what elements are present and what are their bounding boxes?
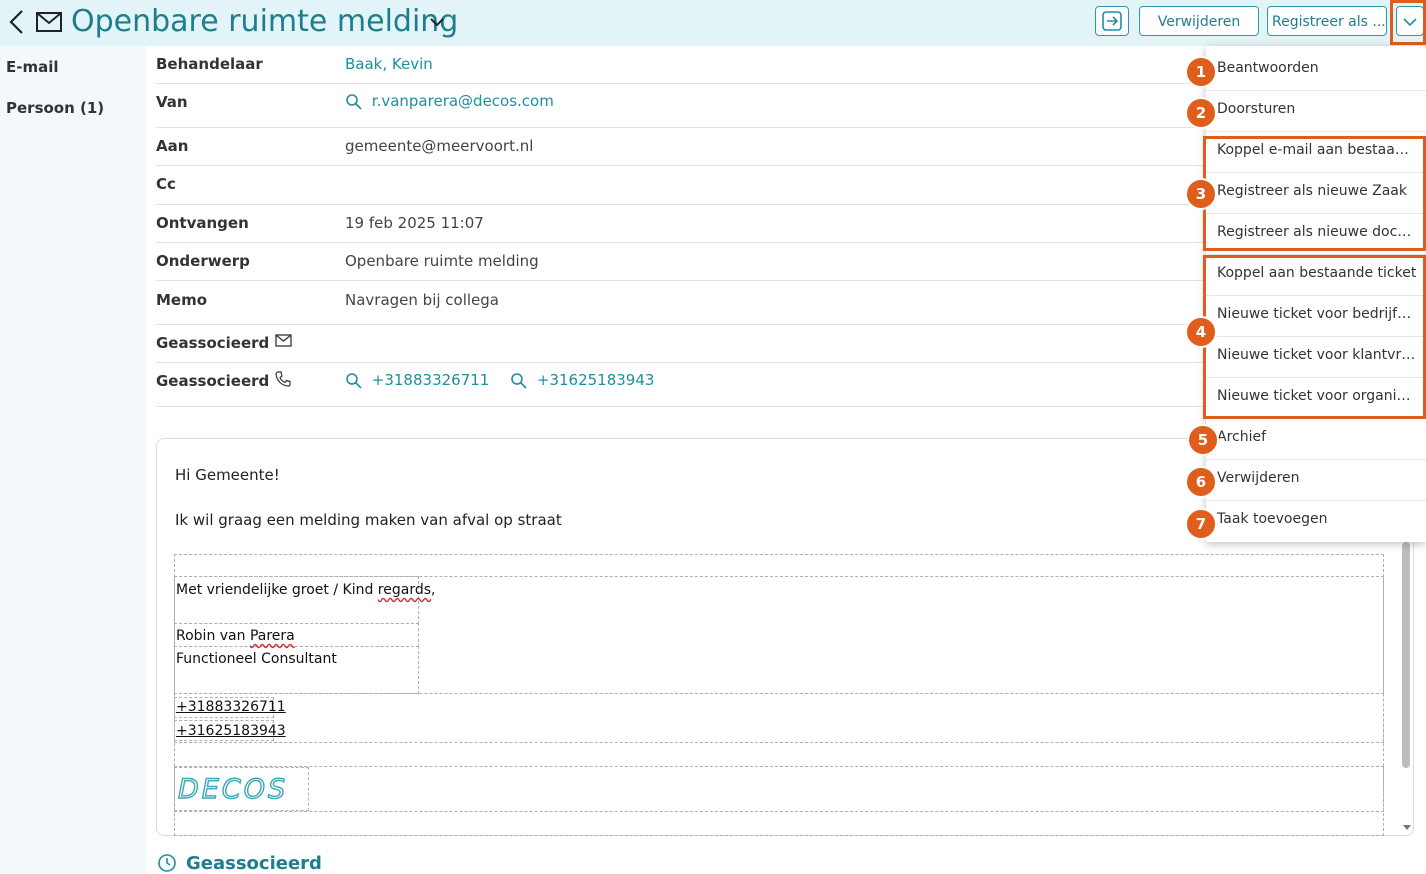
field-row-behandelaar: Behandelaar Baak, Kevin (156, 46, 1208, 84)
section-title-geassocieerd[interactable]: Geassocieerd (186, 853, 322, 874)
menu-item-registreer-zaak[interactable]: Registreer als nieuwe Zaak (1206, 173, 1426, 214)
signature-role: Functioneel Consultant (176, 651, 337, 667)
phone-link[interactable]: +31883326711 (372, 371, 490, 389)
field-row-van: Van r.vanparera@decos.com (156, 84, 1208, 128)
register-as-button[interactable]: Registreer als ... (1267, 6, 1387, 36)
field-row-onderwerp: Onderwerp Openbare ruimte melding (156, 243, 1208, 281)
more-actions-button[interactable] (1396, 6, 1424, 36)
signature-name: Robin van Parera (176, 628, 295, 644)
step-badge-2: 2 (1185, 97, 1217, 129)
menu-item-koppel-email[interactable]: Koppel e-mail aan bestaand... (1206, 132, 1426, 173)
signature-row (174, 693, 1384, 743)
svg-text:DECOS: DECOS (178, 775, 288, 803)
menu-item-ticket-bedrijf[interactable]: Nieuwe ticket voor bedrijfsc... (1206, 296, 1426, 337)
field-label: Aan (156, 137, 189, 155)
open-external-icon (1102, 11, 1122, 31)
back-arrow-icon[interactable] (6, 8, 28, 36)
menu-item-doorsturen[interactable]: Doorsturen (1206, 91, 1426, 132)
menu-item-ticket-klantvraag[interactable]: Nieuwe ticket voor klantvraag (1206, 337, 1426, 378)
menu-item-archief[interactable]: Archief (1206, 419, 1426, 460)
open-external-button[interactable] (1095, 6, 1129, 36)
sidebar-item-email[interactable]: E-mail (6, 58, 59, 76)
phones-value: +31883326711 +31625183943 (345, 371, 654, 390)
step-badge-6: 6 (1185, 466, 1217, 498)
header-bar: Openbare ruimte melding Verwijderen Regi… (0, 0, 1426, 46)
field-label: Onderwerp (156, 252, 250, 270)
page-title: Openbare ruimte melding (71, 4, 459, 39)
field-label: Behandelaar (156, 55, 263, 73)
signature-phone-link[interactable]: +31625183943 (176, 723, 286, 739)
field-label: Ontvangen (156, 214, 249, 232)
step-badge-4: 4 (1185, 316, 1217, 348)
search-icon[interactable] (510, 372, 528, 390)
menu-item-beantwoorden[interactable]: Beantwoorden (1206, 50, 1426, 91)
field-row-ontvangen: Ontvangen 19 feb 2025 11:07 (156, 205, 1208, 243)
menu-item-verwijderen[interactable]: Verwijderen (1206, 460, 1426, 501)
scrollbar-thumb[interactable] (1402, 542, 1410, 768)
signature-closing: Met vriendelijke groet / Kind regards, (176, 582, 436, 598)
from-value: r.vanparera@decos.com (345, 92, 554, 111)
step-badge-5: 5 (1187, 424, 1219, 456)
subject-value: Openbare ruimte melding (345, 252, 539, 270)
phone-icon (274, 370, 291, 387)
from-email-link[interactable]: r.vanparera@decos.com (372, 92, 554, 110)
mail-icon (274, 334, 292, 347)
search-icon[interactable] (345, 93, 363, 111)
search-icon[interactable] (345, 372, 363, 390)
field-row-geassocieerd-mail: Geassocieerd (156, 325, 1208, 363)
scroll-down-arrow-icon[interactable] (1402, 822, 1412, 832)
mail-scrollbar[interactable] (1400, 540, 1412, 834)
menu-item-taak-toevoegen[interactable]: Taak toevoegen (1206, 501, 1426, 542)
field-row-geassocieerd-phone: Geassocieerd +31883326711 +31625183943 (156, 363, 1208, 407)
field-label: Geassocieerd (156, 334, 270, 352)
chevron-down-icon (1403, 18, 1417, 27)
decos-logo: DECOS (177, 775, 288, 803)
delete-button[interactable]: Verwijderen (1139, 6, 1259, 36)
mail-text: Ik wil graag een melding maken van afval… (175, 511, 562, 529)
mail-greeting: Hi Gemeente! (175, 466, 280, 484)
step-badge-7: 7 (1185, 508, 1217, 540)
signature-phone-link[interactable]: +31883326711 (176, 699, 286, 715)
received-value: 19 feb 2025 11:07 (345, 214, 484, 232)
sidebar-item-persoon[interactable]: Persoon (1) (6, 99, 104, 117)
to-value: gemeente@meervoort.nl (345, 137, 534, 155)
phone-link[interactable]: +31625183943 (537, 371, 655, 389)
step-badge-1: 1 (1185, 56, 1217, 88)
mail-icon (36, 12, 62, 32)
menu-item-registreer-document[interactable]: Registreer als nieuwe docum... (1206, 214, 1426, 255)
memo-value[interactable]: Navragen bij collega (345, 291, 499, 309)
history-icon (158, 854, 176, 872)
field-row-memo: Memo Navragen bij collega (156, 281, 1208, 325)
chevron-down-icon[interactable] (429, 16, 445, 28)
field-label: Memo (156, 291, 208, 309)
field-label: Van (156, 93, 188, 111)
field-row-cc: Cc (156, 166, 1208, 205)
field-label-wrap: Geassocieerd (156, 334, 292, 352)
sidebar: E-mail Persoon (1) (0, 46, 146, 874)
menu-item-koppel-ticket[interactable]: Koppel aan bestaande ticket (1206, 255, 1426, 296)
field-label-wrap: Geassocieerd (156, 370, 291, 390)
actions-menu: Beantwoorden Doorsturen Koppel e-mail aa… (1206, 46, 1426, 542)
field-label: Cc (156, 175, 176, 193)
step-badge-3: 3 (1185, 178, 1217, 210)
behandelaar-link[interactable]: Baak, Kevin (345, 55, 433, 73)
field-label: Geassocieerd (156, 372, 270, 390)
field-row-aan: Aan gemeente@meervoort.nl (156, 128, 1208, 166)
menu-item-ticket-organisatie[interactable]: Nieuwe ticket voor organisatie (1206, 378, 1426, 419)
signature-row (174, 766, 1384, 812)
